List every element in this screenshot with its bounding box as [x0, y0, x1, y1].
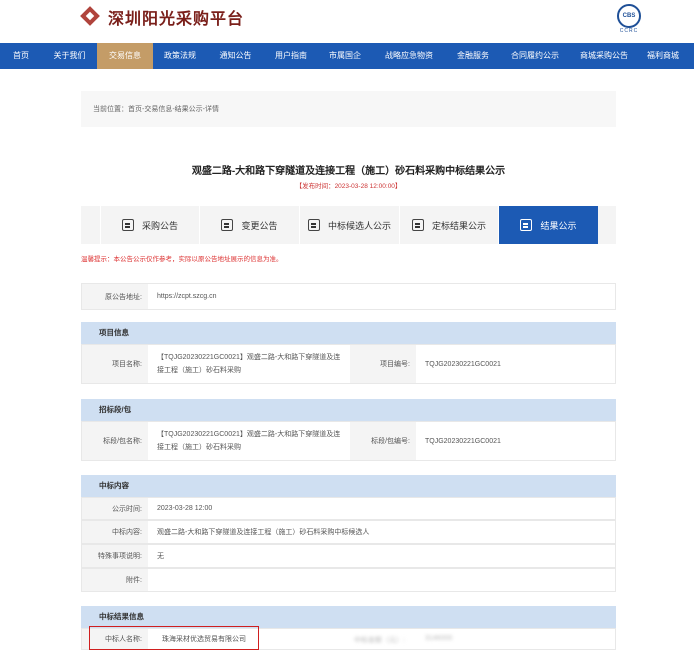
- nav-state-owned[interactable]: 市属国企: [318, 43, 372, 69]
- breadcrumb: 当前位置：首页-交易信息-结果公示-详情: [81, 91, 616, 127]
- nav-trading-info[interactable]: 交易信息: [97, 43, 153, 69]
- badge-top-text: CBS: [622, 13, 636, 19]
- award-time-row: 公示时间: 2023-03-28 12:00: [81, 497, 616, 520]
- package-name-value: 【TQJG20230221GC0021】观盛二路-大和路下穿隧道及连接工程（施工…: [157, 431, 341, 451]
- result-section-header: 中标结果信息: [81, 606, 616, 628]
- package-section-header: 招标段/包: [81, 399, 616, 421]
- nav-strategic-supplies[interactable]: 战略应急物资: [372, 43, 446, 69]
- blurred-amount-value: 3146000: [425, 635, 453, 642]
- tab-label: 采购公告: [141, 220, 178, 231]
- document-icon: [411, 219, 424, 231]
- tab-label: 结果公示: [540, 220, 577, 231]
- tab-change-notice[interactable]: 变更公告: [199, 206, 299, 244]
- original-url-row: 原公告地址: https://zcpt.szcg.cn: [81, 283, 616, 310]
- notice-tabs: 采购公告 变更公告 中标候选人公示 定标结果公示 结果公示: [81, 206, 616, 244]
- tab-award-decision[interactable]: 定标结果公示: [399, 206, 498, 244]
- blurred-amount-label: 中标金额（元）:: [354, 637, 405, 644]
- nav-about[interactable]: 关于我们: [42, 43, 97, 69]
- page-title: 观盛二路-大和路下穿隧道及连接工程（施工）砂石料采购中标结果公示: [191, 166, 506, 177]
- nav-welfare-mall[interactable]: 福利商城: [638, 43, 688, 69]
- field-label: 标段/包名称:: [82, 422, 148, 460]
- field-label: 公示时间:: [82, 498, 148, 519]
- tab-procurement-notice[interactable]: 采购公告: [100, 206, 199, 244]
- nav-user-guide[interactable]: 用户指南: [264, 43, 318, 69]
- special-value: 无: [157, 552, 164, 560]
- main-nav: 首页 关于我们 交易信息 政策法规 通知公告 用户指南 市属国企 战略应急物资 …: [0, 43, 694, 69]
- package-code-value: TQJG20230221GC0021: [425, 437, 501, 445]
- nav-contract[interactable]: 合同履约公示: [500, 43, 570, 69]
- document-icon: [307, 219, 320, 231]
- nav-policy[interactable]: 政策法规: [153, 43, 207, 69]
- warning-notice: 温馨提示：本公告公示仅作参考，实际以原公告地址展示的信息为准。: [81, 256, 283, 263]
- nav-notices[interactable]: 通知公告: [207, 43, 264, 69]
- site-logo[interactable]: 深圳阳光采购平台: [80, 5, 244, 29]
- document-icon: [520, 219, 533, 231]
- award-content-value: 观盛二路-大和路下穿隧道及连接工程（施工）砂石料采购中标候选人: [157, 528, 370, 536]
- special-row: 特殊事项说明: 无: [81, 544, 616, 568]
- document-icon: [221, 219, 234, 231]
- tab-candidate-notice[interactable]: 中标候选人公示: [299, 206, 399, 244]
- publish-date: 【发布时间：2023-03-28 12:00:00】: [295, 183, 402, 190]
- field-label: 原公告地址:: [82, 284, 148, 309]
- logo-icon: [80, 6, 102, 28]
- nav-finance[interactable]: 金融服务: [446, 43, 500, 69]
- field-label: 项目名称:: [82, 345, 148, 383]
- project-code-value: TQJG20230221GC0021: [425, 360, 501, 368]
- project-name-value: 【TQJG20230221GC0021】观盛二路-大和路下穿隧道及连接工程（施工…: [157, 354, 341, 374]
- nav-home[interactable]: 首页: [0, 43, 42, 69]
- nav-mall-notices[interactable]: 商城采购公告: [570, 43, 638, 69]
- cbs-badge-icon: CBS CCRC: [614, 4, 644, 36]
- site-header: 深圳阳光采购平台 CBS CCRC: [0, 0, 694, 43]
- tab-result-notice[interactable]: 结果公示: [498, 206, 598, 244]
- original-url-link[interactable]: https://zcpt.szcg.cn: [157, 284, 217, 309]
- award-section-header: 中标内容: [81, 475, 616, 497]
- project-section-header: 项目信息: [81, 322, 616, 344]
- document-icon: [121, 219, 134, 231]
- winner-highlight-box: [89, 626, 259, 650]
- tab-label: 定标结果公示: [431, 220, 486, 231]
- field-label: 中标内容:: [82, 521, 148, 543]
- attachment-row: 附件:: [81, 568, 616, 592]
- field-label: 附件:: [82, 569, 148, 591]
- award-content-row: 中标内容: 观盛二路-大和路下穿隧道及连接工程（施工）砂石料采购中标候选人: [81, 520, 616, 544]
- project-row: 项目名称: 【TQJG20230221GC0021】观盛二路-大和路下穿隧道及连…: [81, 344, 616, 384]
- package-row: 标段/包名称: 【TQJG20230221GC0021】观盛二路-大和路下穿隧道…: [81, 421, 616, 461]
- field-label: 标段/包编号:: [350, 422, 416, 460]
- site-name: 深圳阳光采购平台: [108, 11, 245, 28]
- field-label: 特殊事项说明:: [82, 545, 148, 567]
- field-label: 项目编号:: [350, 345, 416, 383]
- badge-bottom-text: CCRC: [619, 28, 639, 34]
- tab-label: 中标候选人公示: [327, 220, 391, 231]
- award-time-value: 2023-03-28 12:00: [157, 505, 213, 512]
- tab-label: 变更公告: [241, 220, 278, 231]
